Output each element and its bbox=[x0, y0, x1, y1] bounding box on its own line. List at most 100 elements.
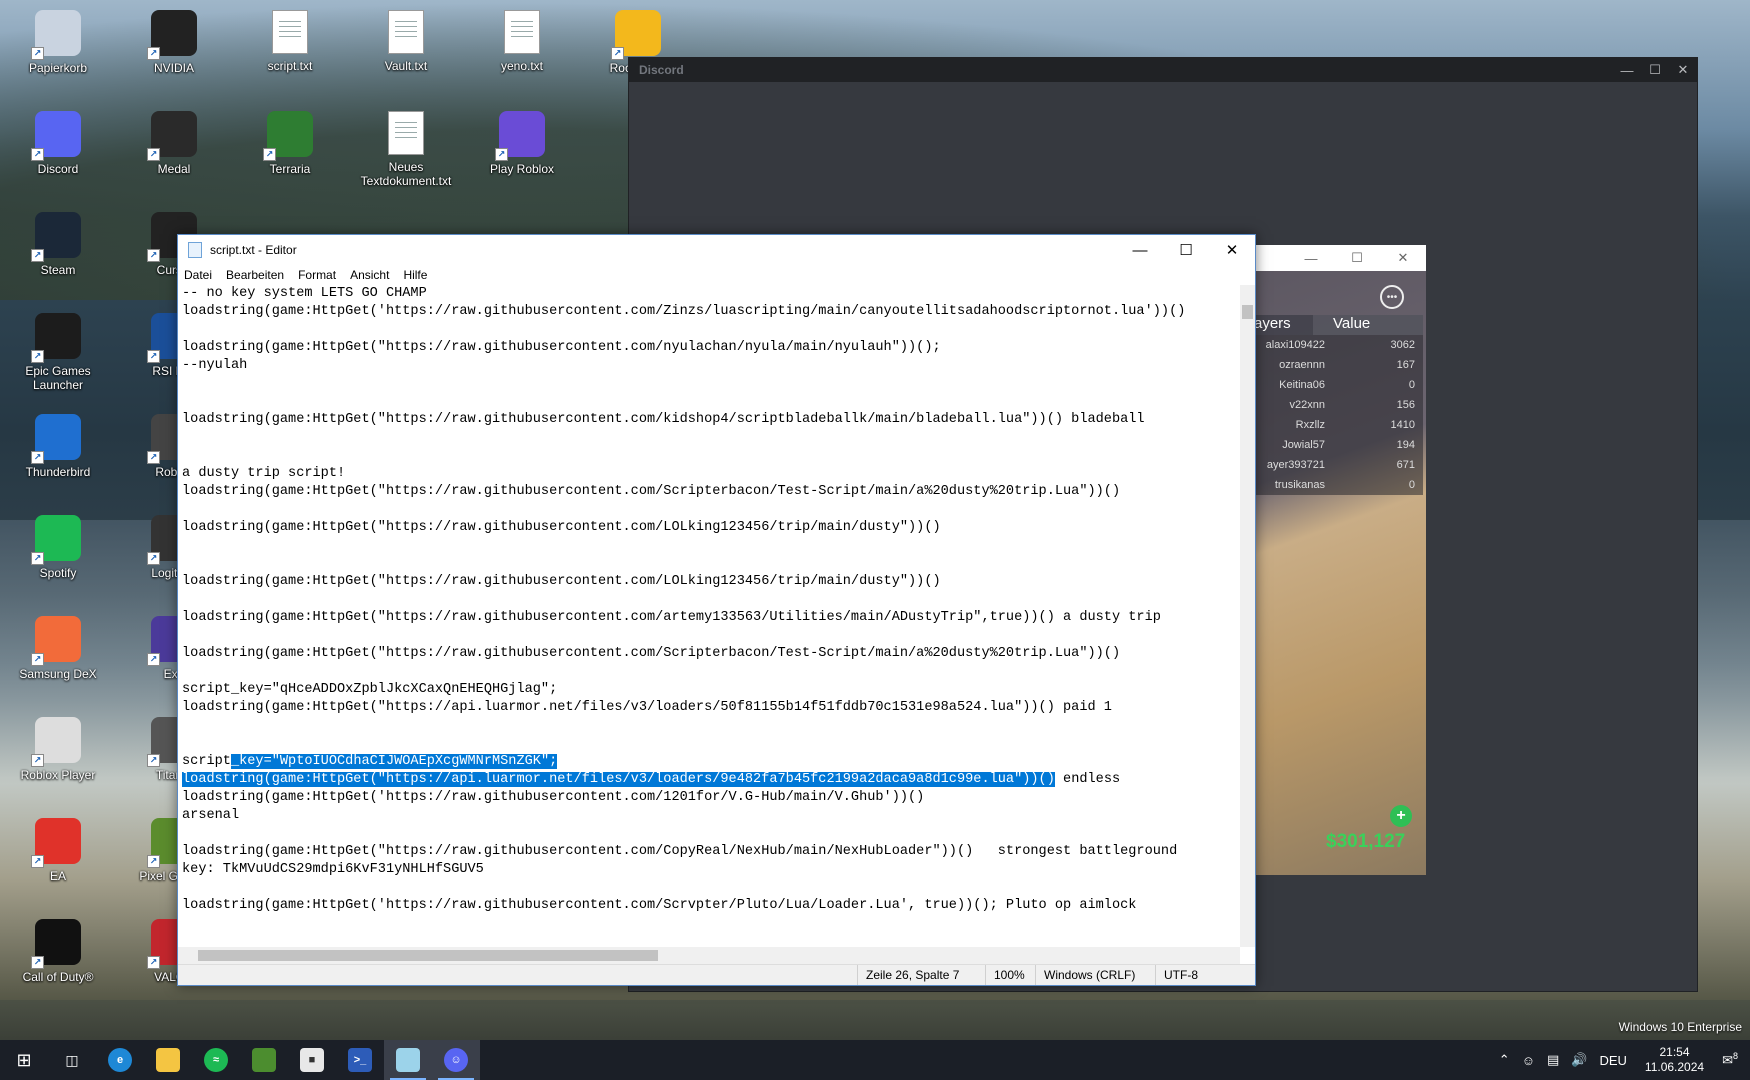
desktop-icon[interactable]: ↗ Papierkorb bbox=[8, 10, 108, 75]
text-line: loadstring(game:HttpGet("https://api.lua… bbox=[182, 772, 1121, 787]
leaderboard-player-name: ozraennn bbox=[1279, 359, 1325, 371]
desktop-icon-label: Steam bbox=[40, 263, 76, 277]
desktop-icon-label: yeno.txt bbox=[500, 59, 544, 73]
taskbar-discord[interactable]: ☺ bbox=[432, 1040, 480, 1080]
volume-icon[interactable]: 🔊 bbox=[1571, 1052, 1587, 1068]
horizontal-scrollbar[interactable] bbox=[178, 947, 1240, 964]
desktop-icon-label: Medal bbox=[157, 162, 191, 176]
desktop-icon-label: Thunderbird bbox=[25, 465, 91, 479]
maximize-button[interactable]: ☐ bbox=[1163, 235, 1209, 265]
desktop-icon[interactable]: ↗ Discord bbox=[8, 111, 108, 176]
close-button[interactable]: ✕ bbox=[1669, 58, 1697, 82]
taskbar-roblox[interactable]: ■ bbox=[288, 1040, 336, 1080]
menu-ansicht[interactable]: Ansicht bbox=[350, 268, 389, 282]
app-icon: ↗ bbox=[31, 414, 81, 464]
close-button[interactable]: ✕ bbox=[1209, 235, 1255, 265]
desktop-icon-label: Terraria bbox=[269, 162, 311, 176]
app-icon: ↗ bbox=[31, 717, 81, 767]
status-bar: Zeile 26, Spalte 7 100% Windows (CRLF) U… bbox=[178, 964, 1255, 985]
desktop-icon[interactable]: ↗ EA bbox=[8, 818, 108, 883]
clock-date: 11.06.2024 bbox=[1644, 1060, 1705, 1074]
desktop-icon[interactable]: script.txt bbox=[240, 10, 340, 73]
taskbar-powershell[interactable]: >_ bbox=[336, 1040, 384, 1080]
text-line: loadstring(game:HttpGet("https://raw.git… bbox=[182, 574, 941, 589]
text-line bbox=[178, 825, 1240, 843]
text-line bbox=[178, 501, 1240, 519]
minimize-button[interactable]: — bbox=[1613, 58, 1641, 82]
notepad-icon bbox=[188, 242, 202, 258]
leaderboard-player-name: v22xnn bbox=[1289, 399, 1325, 411]
leaderboard-player-name: Keitina06 bbox=[1279, 379, 1325, 391]
text-line: script_key="WptoIUOCdhaCIJWOAEpXcgWMNrMS… bbox=[182, 754, 558, 769]
roblox-icon: ■ bbox=[300, 1048, 324, 1072]
selected-text: _key="WptoIUOCdhaCIJWOAEpXcgWMNrMSnZGK"; bbox=[230, 754, 558, 769]
chevron-up-icon[interactable]: ⌃ bbox=[1499, 1052, 1510, 1068]
taskbar-edge[interactable]: e bbox=[96, 1040, 144, 1080]
text-line bbox=[178, 447, 1240, 465]
more-options-icon[interactable]: ••• bbox=[1380, 285, 1404, 309]
taskbar-notepad[interactable] bbox=[384, 1040, 432, 1080]
discord-titlebar[interactable]: Discord bbox=[629, 58, 1697, 82]
status-encoding: UTF-8 bbox=[1155, 965, 1255, 985]
menu-datei[interactable]: Datei bbox=[184, 268, 212, 282]
text-line: loadstring(game:HttpGet("https://raw.git… bbox=[182, 412, 1145, 427]
desktop-icon[interactable]: ↗ Call of Duty® bbox=[8, 919, 108, 984]
desktop-icon-label: Samsung DeX bbox=[19, 667, 97, 681]
clock[interactable]: 21:54 11.06.2024 bbox=[1645, 1045, 1704, 1075]
minimize-button[interactable]: — bbox=[1117, 235, 1163, 265]
desktop-icon[interactable]: ↗ Roblox Player bbox=[8, 717, 108, 782]
app-icon: ↗ bbox=[147, 111, 197, 161]
text-editor-area[interactable]: -- no key system LETS GO CHAMP loadstring… bbox=[178, 285, 1240, 947]
text-line: loadstring(game:HttpGet("https://raw.git… bbox=[182, 520, 941, 535]
desktop-icon[interactable]: ↗ Spotify bbox=[8, 515, 108, 580]
add-money-button[interactable]: + bbox=[1390, 805, 1412, 827]
notification-icon[interactable]: ✉8 bbox=[1722, 1051, 1738, 1068]
app-icon bbox=[504, 10, 540, 54]
desktop-icon[interactable]: Neues Textdokument.txt bbox=[356, 111, 456, 188]
language-indicator[interactable]: DEU bbox=[1599, 1053, 1626, 1068]
taskbar-minecraft[interactable] bbox=[240, 1040, 288, 1080]
notepad-titlebar[interactable]: script.txt - Editor bbox=[178, 235, 1255, 265]
notepad-window[interactable]: script.txt - Editor — ☐ ✕ Datei Bearbeit… bbox=[177, 234, 1256, 986]
start-button[interactable]: ⊞ bbox=[0, 1040, 48, 1080]
text-line: loadstring(game:HttpGet("https://raw.git… bbox=[182, 340, 941, 355]
menu-hilfe[interactable]: Hilfe bbox=[403, 268, 427, 282]
desktop-icon[interactable]: ↗ NVIDIA bbox=[124, 10, 224, 75]
menu-format[interactable]: Format bbox=[298, 268, 336, 282]
desktop-icon[interactable]: ↗ Samsung DeX bbox=[8, 616, 108, 681]
minimize-button[interactable]: — bbox=[1288, 251, 1334, 266]
desktop-icon[interactable]: ↗ Epic Games Launcher bbox=[8, 313, 108, 392]
desktop-icon[interactable]: ↗ Thunderbird bbox=[8, 414, 108, 479]
desktop-icon[interactable]: ↗ Terraria bbox=[240, 111, 340, 176]
taskbar-explorer[interactable] bbox=[144, 1040, 192, 1080]
roblox-titlebar[interactable]: — ☐ ✕ bbox=[1248, 245, 1426, 271]
leaderboard-player-value: 671 bbox=[1396, 459, 1415, 471]
discord-tray-icon[interactable]: ☺ bbox=[1522, 1053, 1535, 1068]
money-display: $301,127 bbox=[1326, 831, 1406, 852]
horizontal-scroll-thumb[interactable] bbox=[198, 950, 658, 961]
close-button[interactable]: ✕ bbox=[1380, 250, 1426, 266]
desktop-icon[interactable]: ↗ Play Roblox bbox=[472, 111, 572, 176]
text-line: loadstring(game:HttpGet('https://raw.git… bbox=[182, 304, 1186, 319]
desktop-icon[interactable]: ↗ Steam bbox=[8, 212, 108, 277]
app-icon: ↗ bbox=[263, 111, 313, 161]
desktop-icon-label: Play Roblox bbox=[489, 162, 555, 176]
maximize-button[interactable]: ☐ bbox=[1641, 58, 1669, 82]
text-line bbox=[178, 375, 1240, 393]
desktop-icon[interactable]: yeno.txt bbox=[472, 10, 572, 73]
minecraft-icon bbox=[252, 1048, 276, 1072]
network-icon[interactable]: ▤ bbox=[1547, 1052, 1559, 1068]
roblox-window[interactable]: — ☐ ✕ ••• ayers Value alaxi109422 3062 ozr… bbox=[1248, 245, 1426, 875]
desktop-icon[interactable]: Vault.txt bbox=[356, 10, 456, 73]
taskbar-spotify[interactable]: ≈ bbox=[192, 1040, 240, 1080]
vertical-scrollbar[interactable] bbox=[1240, 285, 1255, 947]
leaderboard-row: Keitina06 0 bbox=[1248, 375, 1423, 395]
text-line bbox=[178, 717, 1240, 735]
desktop-icon[interactable]: ↗ Medal bbox=[124, 111, 224, 176]
maximize-button[interactable]: ☐ bbox=[1334, 250, 1380, 266]
task-view-button[interactable]: ◫ bbox=[48, 1040, 96, 1080]
vertical-scroll-thumb[interactable] bbox=[1242, 305, 1253, 319]
text-line bbox=[178, 537, 1240, 555]
taskbar: ⊞ ◫ e ≈ ■ >_ ☺ ⌃ ☺ ▤ 🔊 DEU 21:54 11.06.2… bbox=[0, 1040, 1750, 1080]
menu-bearbeiten[interactable]: Bearbeiten bbox=[226, 268, 284, 282]
